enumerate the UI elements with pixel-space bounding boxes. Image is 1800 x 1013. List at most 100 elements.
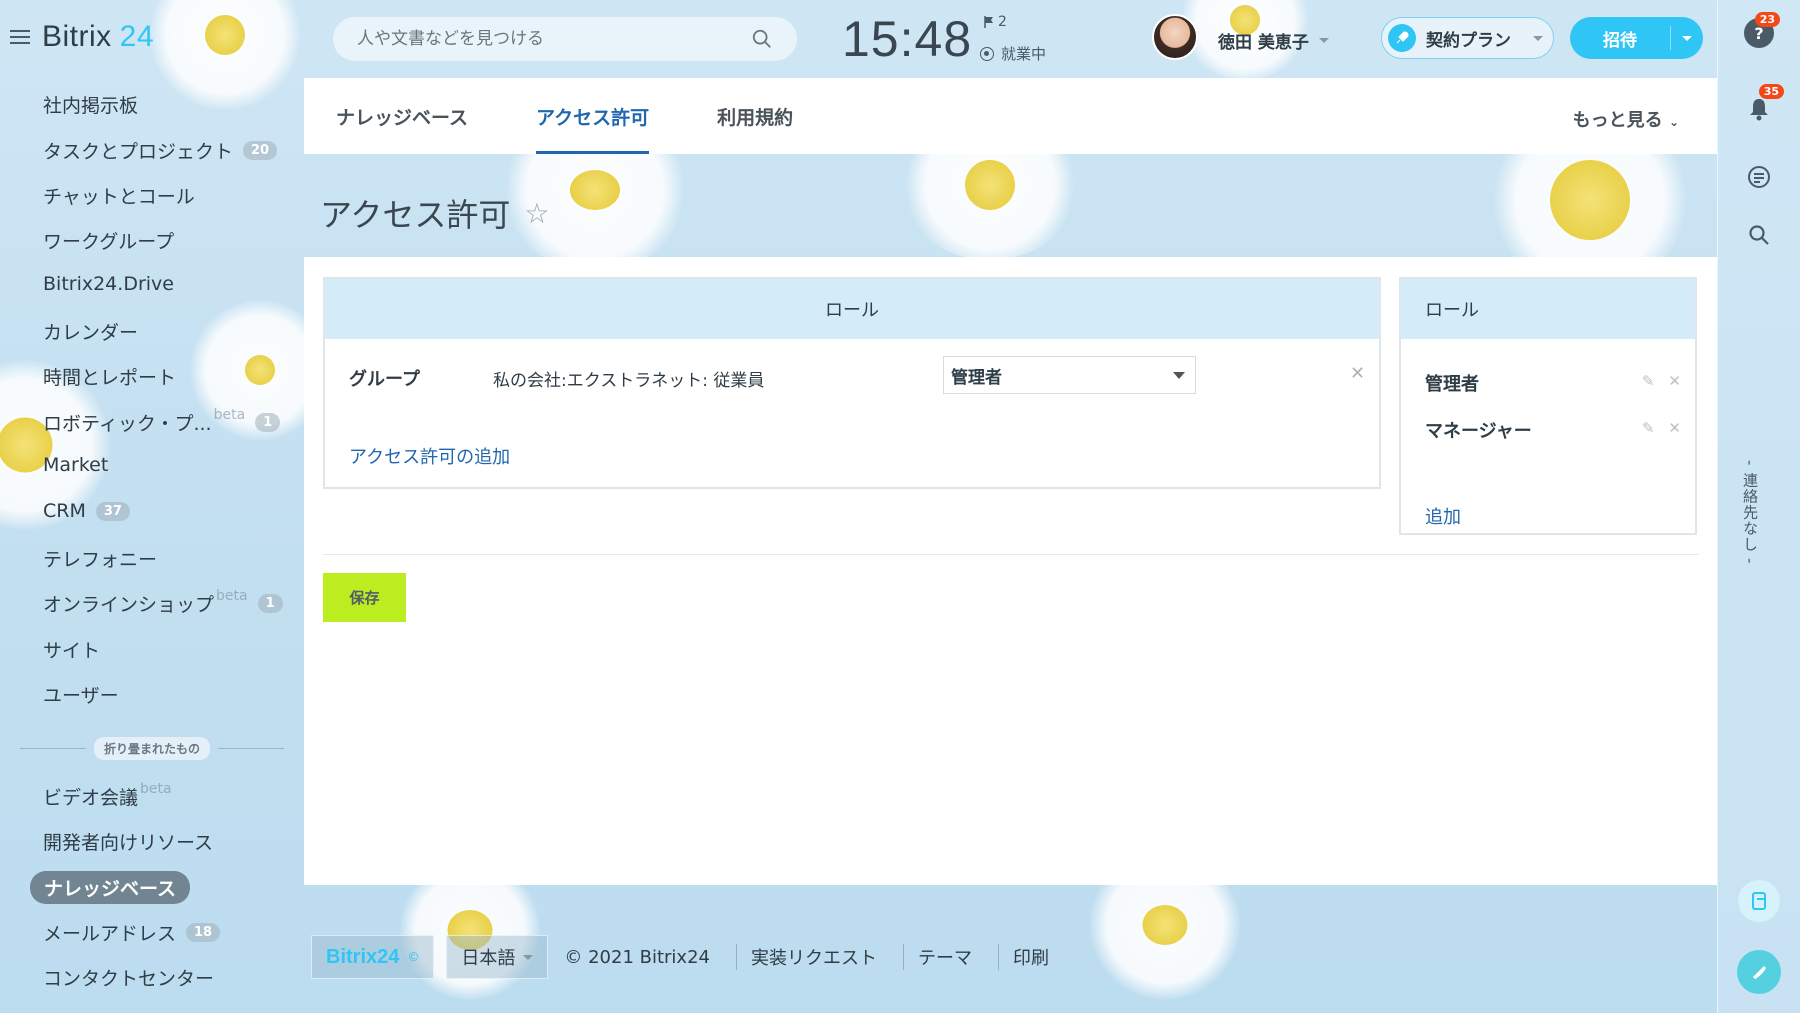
role-item[interactable]: マネージャー — [1425, 417, 1532, 443]
copyright-icon: © — [407, 950, 420, 964]
permissions-panel: ロール グループ 私の会社:エクストラネット: 従業員 管理者 ✕ アクセス許可… — [323, 277, 1381, 489]
add-permission-link[interactable]: アクセス許可の追加 — [349, 443, 510, 469]
sidebar-item-label: ユーザー — [43, 685, 119, 707]
permission-subject: 私の会社:エクストラネット: 従業員 — [493, 371, 765, 391]
count-badge: 37 — [95, 501, 130, 521]
sidebar-item-label: Market — [43, 454, 109, 476]
footer: Bitrix24 © 日本語 © 2021 Bitrix24 実装リクエスト テー… — [311, 935, 1063, 979]
tab-knowledge-base[interactable]: ナレッジベース — [336, 78, 468, 154]
save-button[interactable]: 保存 — [323, 573, 406, 622]
chevron-down-icon — [1533, 35, 1543, 41]
logo[interactable]: Bitrix 24 — [42, 20, 154, 54]
search-icon[interactable] — [751, 28, 773, 50]
top-bar: Bitrix24 15:48 2 就業中 徳田 美恵子 契約プラン 招待 — [0, 0, 1800, 78]
close-icon[interactable]: ✕ — [1668, 419, 1681, 437]
count-badge: 18 — [186, 923, 221, 942]
footer-link-implementation[interactable]: 実装リクエスト — [736, 944, 891, 970]
more-menu[interactable]: もっと見る ⌄ — [1573, 106, 1679, 132]
page-title-text: アクセス許可 — [320, 196, 511, 234]
sidebar-item-dev-resources[interactable]: 開発者向けリソース — [43, 828, 213, 855]
roles-header: ロール — [1401, 279, 1695, 339]
permissions-header: ロール — [325, 279, 1379, 339]
search-bar[interactable] — [333, 17, 797, 61]
user-name: 徳田 美恵子 — [1218, 33, 1309, 53]
search-icon[interactable] — [1740, 216, 1778, 254]
sidebar-item-chat[interactable]: チャットとコール — [43, 182, 195, 209]
clock[interactable]: 15:48 — [842, 10, 972, 68]
plan-button[interactable]: 契約プラン — [1381, 17, 1554, 59]
chevron-down-icon — [523, 954, 534, 960]
edit-icon[interactable]: ✎ — [1642, 372, 1655, 390]
footer-brand-button[interactable]: Bitrix24 © — [311, 935, 435, 979]
role-select-value: 管理者 — [951, 367, 1002, 388]
sidebar-item-users[interactable]: ユーザー — [43, 681, 119, 708]
count-badge: 1 — [257, 594, 283, 613]
sidebar-item-mail[interactable]: メールアドレス 18 — [43, 919, 221, 946]
edit-icon[interactable]: ✎ — [1642, 419, 1655, 437]
sidebar-item-label: コンタクトセンター — [43, 968, 215, 990]
sidebar-item-time-reports[interactable]: 時間とレポート — [43, 363, 176, 390]
sidebar-item-market[interactable]: Market — [43, 454, 108, 476]
role-item[interactable]: 管理者 — [1425, 370, 1479, 396]
avatar[interactable] — [1152, 14, 1198, 60]
sidebar-item-online-shop[interactable]: オンラインショップ beta 1 — [43, 588, 283, 617]
sidebar-item-label: カレンダー — [43, 322, 139, 344]
sidebar-item-telephony[interactable]: テレフォニー — [43, 545, 157, 572]
main-content: ロール グループ 私の会社:エクストラネット: 従業員 管理者 ✕ アクセス許可… — [304, 257, 1717, 885]
invite-button[interactable]: 招待 — [1570, 17, 1703, 59]
sidebar-item-label: オンラインショップ — [43, 594, 215, 616]
main-tabs-bar: ナレッジベース アクセス許可 利用規約 もっと見る ⌄ — [304, 78, 1717, 154]
sidebar-item-calendar[interactable]: カレンダー — [43, 318, 138, 345]
footer-link-theme[interactable]: テーマ — [903, 944, 986, 970]
sidebar-item-drive[interactable]: Bitrix24.Drive — [43, 273, 174, 295]
close-icon[interactable]: ✕ — [1350, 363, 1365, 384]
search-input[interactable] — [357, 29, 751, 49]
sidebar-item-video-conf[interactable]: ビデオ会議 beta — [43, 780, 172, 810]
footer-brand: Bitrix24 — [326, 945, 400, 968]
document-icon[interactable] — [1738, 880, 1780, 922]
sidebar-item-label: 社内掲示板 — [43, 95, 139, 117]
sidebar-item-feed[interactable]: 社内掲示板 — [43, 91, 138, 118]
sidebar-item-label: メールアドレス — [43, 923, 177, 945]
role-select[interactable]: 管理者 — [943, 356, 1196, 394]
chat-icon[interactable] — [1740, 158, 1778, 196]
flag-count: 2 — [998, 14, 1007, 30]
help-icon[interactable]: ? 23 — [1744, 12, 1780, 48]
rocket-icon — [1388, 24, 1416, 52]
star-icon[interactable]: ☆ — [524, 197, 549, 230]
more-label: もっと見る — [1572, 110, 1663, 131]
sidebar-item-knowledge-base[interactable]: ナレッジベース — [30, 871, 191, 904]
flag-counter[interactable]: 2 — [984, 14, 1007, 30]
add-role-link[interactable]: 追加 — [1425, 503, 1461, 529]
beta-label: beta — [213, 406, 246, 423]
close-icon[interactable]: ✕ — [1668, 372, 1681, 390]
sidebar-item-label: ナレッジベース — [44, 878, 177, 900]
invite-dropdown[interactable] — [1671, 35, 1703, 41]
folded-divider[interactable]: 折り畳まれたもの — [20, 736, 285, 760]
tab-access-permissions[interactable]: アクセス許可 — [536, 78, 650, 154]
sidebar-item-label: 時間とレポート — [43, 367, 177, 389]
beta-label: beta — [140, 780, 172, 797]
help-badge: 23 — [1754, 12, 1780, 27]
sidebar-item-contact-center[interactable]: コンタクトセンター — [43, 964, 214, 991]
sidebar-item-label: ロボティック・プ... — [43, 413, 212, 435]
sidebar-item-tasks[interactable]: タスクとプロジェクト 20 — [43, 137, 278, 164]
menu-icon[interactable] — [10, 30, 30, 46]
divider — [323, 554, 1699, 555]
phone-icon[interactable] — [1737, 950, 1781, 994]
invite-label: 招待 — [1603, 30, 1637, 51]
language-select[interactable]: 日本語 — [446, 935, 549, 979]
sidebar-item-crm[interactable]: CRM 37 — [43, 500, 130, 522]
flag-icon — [984, 16, 993, 28]
sidebar-item-label: テレフォニー — [43, 549, 158, 571]
sidebar-item-workgroups[interactable]: ワークグループ — [43, 227, 174, 254]
role-actions: ✎ ✕ — [1642, 372, 1681, 390]
work-status[interactable]: 就業中 — [980, 43, 1046, 64]
user-menu[interactable]: 徳田 美恵子 — [1218, 28, 1329, 53]
sidebar-item-rpa[interactable]: ロボティック・プ... beta 1 — [43, 406, 281, 436]
folded-label: 折り畳まれたもの — [94, 736, 211, 760]
footer-link-print[interactable]: 印刷 — [998, 944, 1063, 970]
bell-icon[interactable]: 35 — [1740, 84, 1784, 128]
sidebar-item-sites[interactable]: サイト — [43, 636, 100, 663]
tab-terms[interactable]: 利用規約 — [717, 78, 793, 154]
